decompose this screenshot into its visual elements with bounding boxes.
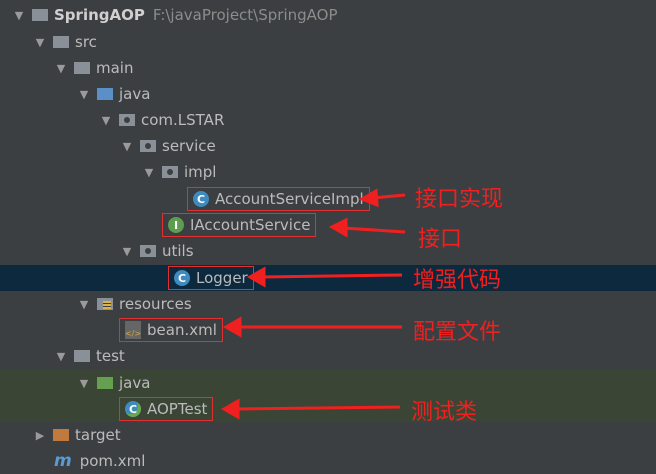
- annotation-impl: 接口实现: [415, 187, 504, 212]
- annotation-interface: 接口: [418, 227, 463, 252]
- arrow-logger-head: [246, 266, 266, 288]
- arrow-test-head: [220, 398, 240, 420]
- annotation-advice: 增强代码: [413, 268, 502, 293]
- arrow-interface: [342, 226, 406, 234]
- arrow-impl-head: [358, 188, 379, 208]
- annotation-test: 测试类: [411, 400, 478, 425]
- annotation-config: 配置文件: [413, 320, 502, 345]
- arrow-test: [235, 405, 401, 411]
- annotation-arrows: [220, 188, 406, 420]
- arrow-logger: [261, 273, 403, 279]
- arrow-bean-head: [222, 316, 242, 338]
- arrow-interface-head: [328, 217, 348, 238]
